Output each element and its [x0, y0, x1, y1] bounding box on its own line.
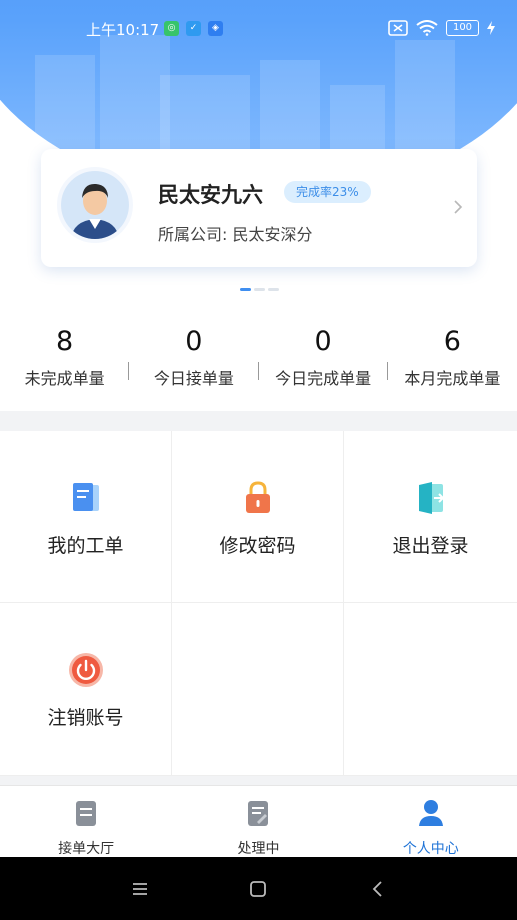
- back-icon[interactable]: [366, 877, 390, 901]
- carousel-dot: [254, 288, 265, 291]
- wifi-icon: [416, 20, 438, 36]
- menu-change-password[interactable]: 修改密码: [172, 431, 344, 603]
- logout-door-icon: [418, 482, 444, 514]
- user-icon: [418, 800, 443, 826]
- stat-label: 本月完成单量: [404, 369, 501, 388]
- stat-month-completed: 6 本月完成单量: [388, 300, 517, 411]
- stat-value: 0: [314, 326, 332, 357]
- stat-today-completed: 0 今日完成单量: [259, 300, 388, 411]
- avatar: [57, 167, 133, 243]
- status-bar: 上午10:17 ◎ ✓ ◈ 100: [0, 12, 517, 44]
- document-icon: [72, 483, 99, 511]
- menu-label: 我的工单: [47, 535, 124, 557]
- menu-label: 退出登录: [392, 535, 469, 557]
- order-list-icon: [76, 801, 97, 826]
- menu-label: 修改密码: [219, 535, 296, 557]
- home-icon[interactable]: [246, 877, 270, 901]
- system-navigation-bar: [0, 857, 517, 920]
- menu-label: 注销账号: [47, 707, 124, 729]
- user-avatar-icon: [61, 171, 129, 239]
- tab-personal-center[interactable]: 个人中心: [345, 786, 517, 857]
- tab-label: 个人中心: [402, 841, 459, 857]
- carousel-indicator: [240, 288, 279, 291]
- battery-icon: 100: [446, 20, 479, 36]
- carousel-dot: [268, 288, 279, 291]
- app-notification-icon: ◈: [208, 21, 223, 36]
- stat-label: 今日完成单量: [275, 369, 372, 388]
- stats-row: 8 未完成单量 0 今日接单量 0 今日完成单量 6 本月完成单量: [0, 300, 517, 411]
- company-name: 所属公司: 民太安深分: [158, 225, 313, 244]
- processing-doc-icon: [248, 801, 269, 826]
- stat-today-received: 0 今日接单量: [129, 300, 259, 411]
- building-decoration: [395, 40, 455, 160]
- tab-processing[interactable]: 处理中: [172, 786, 344, 857]
- empty-cell: [172, 603, 344, 776]
- wechat-icon: ◎: [164, 21, 179, 36]
- charging-icon: [487, 21, 495, 35]
- profile-header: 上午10:17 ◎ ✓ ◈ 100 民太安九六 完成率23% 所属公司: 民太安…: [0, 0, 517, 300]
- menu-logout[interactable]: 退出登录: [344, 431, 517, 603]
- empty-cell: [344, 603, 517, 776]
- status-time: 上午10:17: [86, 21, 160, 39]
- tab-label: 处理中: [237, 841, 280, 857]
- stat-unfinished: 8 未完成单量: [0, 300, 130, 411]
- stat-value: 6: [443, 326, 461, 357]
- power-icon: [68, 653, 103, 687]
- app-notification-icon: ✓: [186, 21, 201, 36]
- function-grid: 我的工单 修改密码 退出登录 注销账号: [0, 431, 517, 776]
- no-sim-icon: [388, 20, 408, 36]
- menu-cancel-account[interactable]: 注销账号: [0, 603, 172, 776]
- stat-label: 今日接单量: [153, 369, 234, 388]
- completion-rate-badge: 完成率23%: [284, 181, 371, 203]
- carousel-dot: [240, 288, 251, 291]
- tab-order-hall[interactable]: 接单大厅: [0, 786, 172, 857]
- menu-icon[interactable]: [128, 877, 152, 901]
- chevron-right-icon[interactable]: [453, 199, 463, 215]
- lock-icon: [245, 481, 270, 513]
- bottom-tab-bar: 接单大厅 处理中 个人中心: [0, 785, 517, 857]
- stat-value: 0: [185, 326, 203, 357]
- menu-my-orders[interactable]: 我的工单: [0, 431, 172, 603]
- tab-label: 接单大厅: [58, 841, 115, 857]
- stat-label: 未完成单量: [24, 369, 105, 388]
- user-name: 民太安九六: [158, 183, 263, 207]
- stat-value: 8: [56, 326, 74, 357]
- profile-card[interactable]: 民太安九六 完成率23% 所属公司: 民太安深分: [41, 149, 477, 267]
